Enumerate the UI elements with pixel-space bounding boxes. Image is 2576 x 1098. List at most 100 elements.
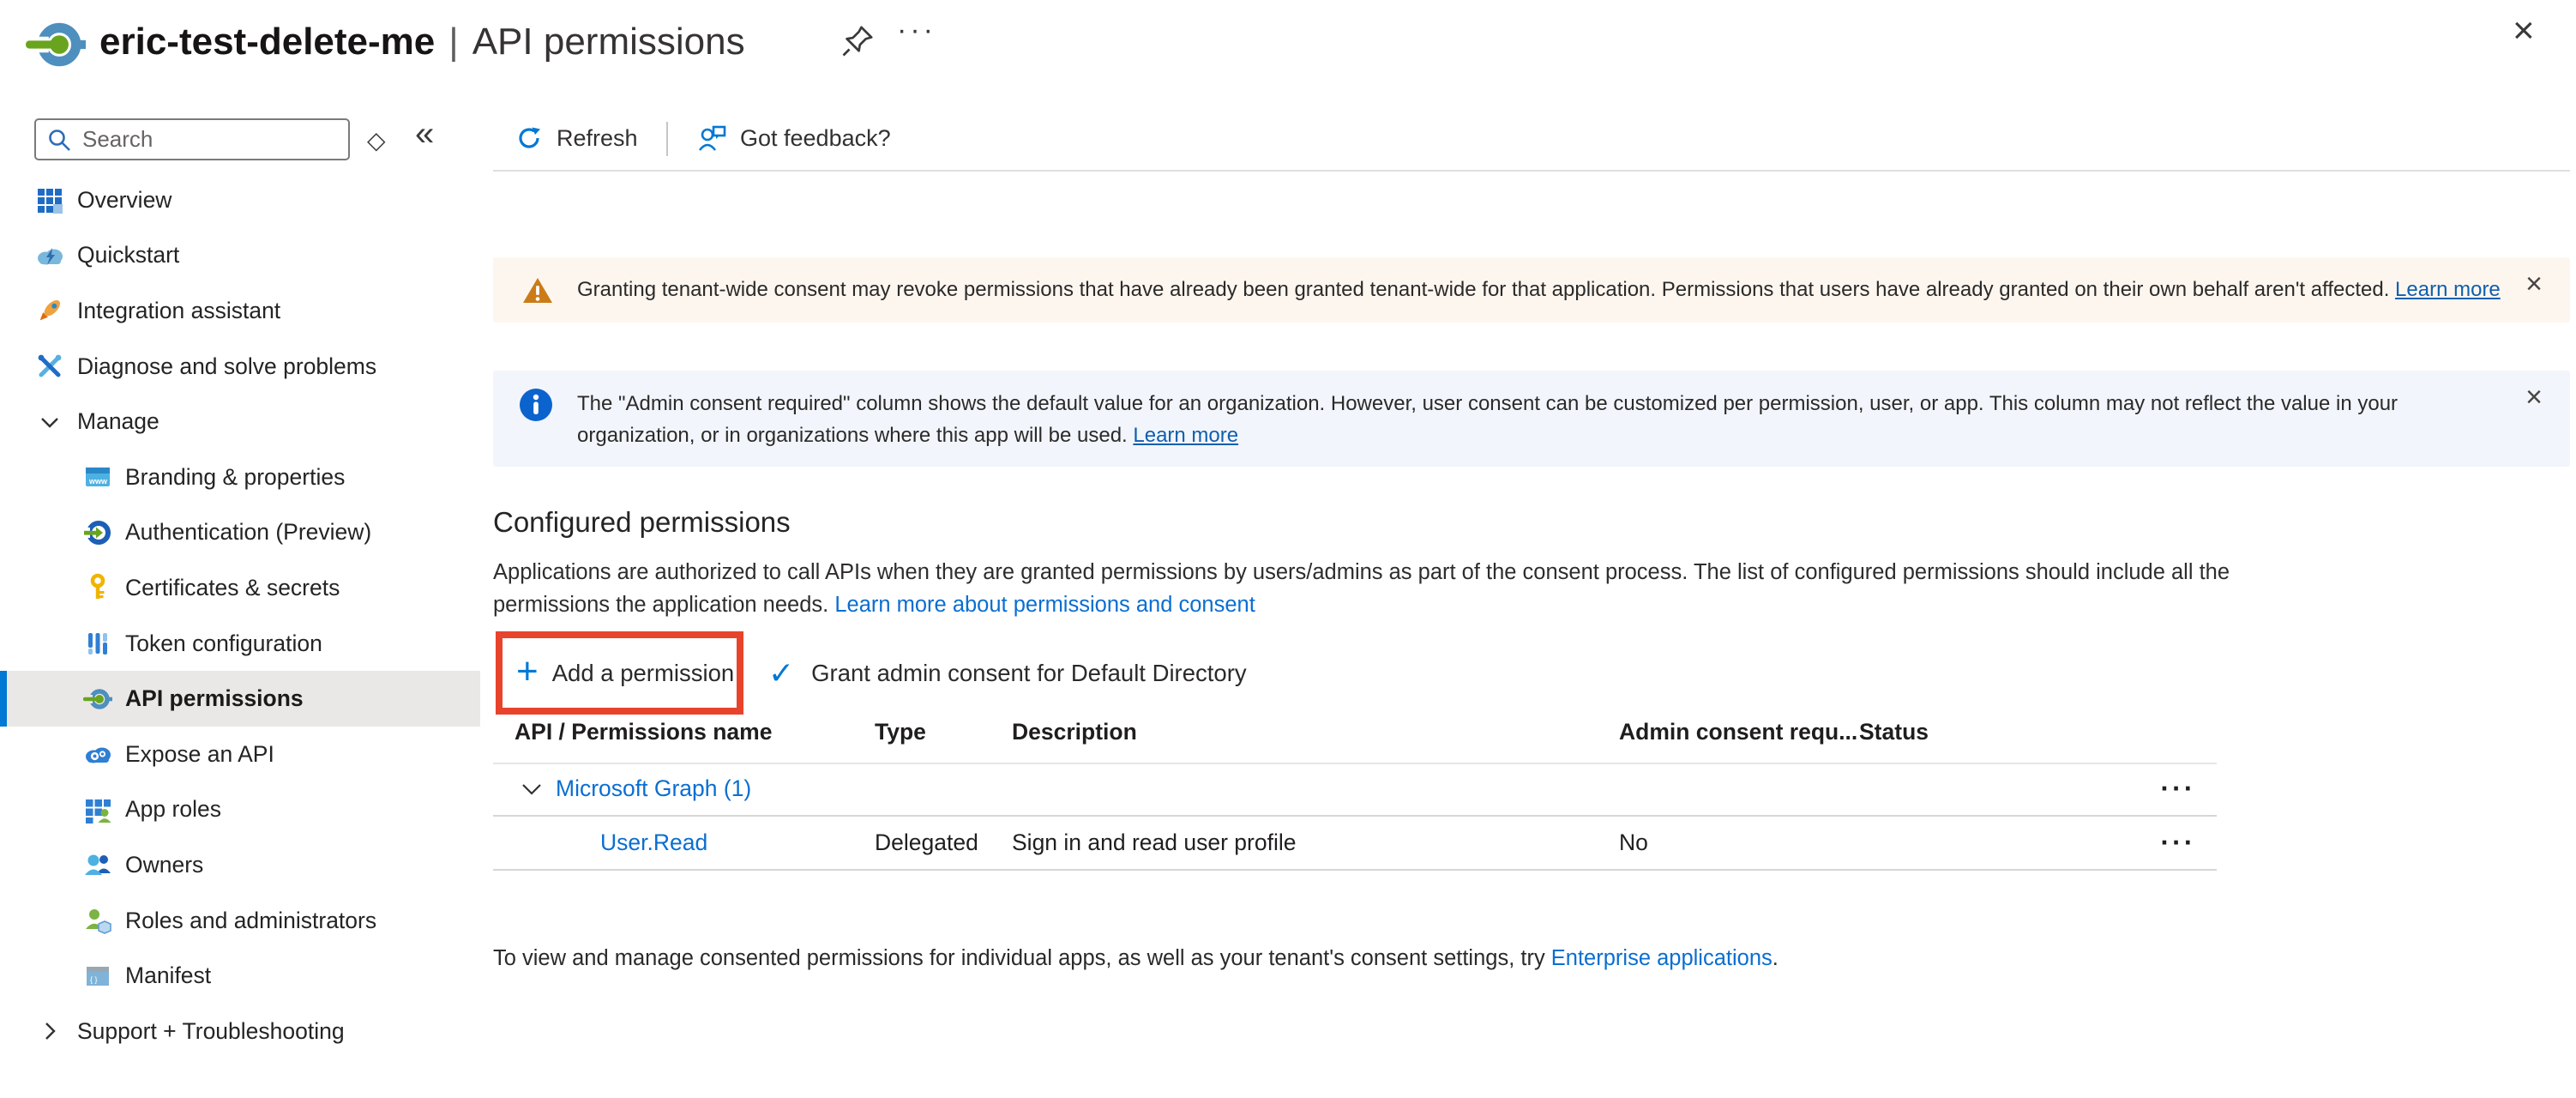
info-banner: The "Admin consent required" column show…: [493, 371, 2570, 467]
sidebar-group-manage[interactable]: Manage: [0, 394, 480, 449]
configured-permissions-heading: Configured permissions: [493, 506, 791, 539]
toolbar-divider: [493, 170, 2570, 172]
sidebar-item-label: Overview: [77, 187, 172, 214]
cloud-gear-icon: [82, 739, 113, 769]
close-icon[interactable]: ×: [2513, 12, 2535, 50]
authentication-icon: [82, 517, 113, 548]
permission-name-link[interactable]: User.Read: [600, 825, 707, 860]
expand-collapse-all-icon[interactable]: ◇: [367, 126, 386, 154]
grant-admin-consent-button[interactable]: ✓ Grant admin consent for Default Direct…: [768, 652, 1247, 695]
rocket-icon: [34, 295, 65, 326]
sidebar-item-label: Manifest: [125, 962, 211, 989]
column-header-type: Type: [875, 719, 926, 745]
table-header-divider: [493, 763, 2217, 764]
warning-banner: Granting tenant-wide consent may revoke …: [493, 257, 2570, 323]
tools-icon: [34, 351, 65, 382]
group-row-more-icon[interactable]: ···: [2148, 771, 2208, 805]
sidebar-item-manifest[interactable]: { } Manifest: [0, 948, 480, 1004]
collapse-sidebar-icon[interactable]: «: [415, 117, 434, 151]
info-close-icon[interactable]: ×: [2525, 383, 2543, 412]
refresh-label: Refresh: [557, 125, 638, 152]
key-icon: [82, 572, 113, 603]
column-header-api-permissions-name: API / Permissions name: [515, 719, 772, 745]
row-divider: [493, 869, 2217, 871]
sidebar-group-label: Manage: [77, 408, 159, 435]
column-header-admin-consent: Admin consent requ...: [1619, 719, 1857, 745]
sidebar-search[interactable]: [34, 118, 350, 160]
column-header-status: Status: [1859, 719, 1929, 745]
sidebar-item-expose-an-api[interactable]: Expose an API: [0, 727, 480, 782]
group-chevron-down-icon[interactable]: [520, 777, 544, 801]
sidebar-item-label: Roles and administrators: [125, 908, 376, 934]
sidebar-item-authentication[interactable]: Authentication (Preview): [0, 505, 480, 561]
row-divider: [493, 815, 2217, 817]
sidebar-item-label: Authentication (Preview): [125, 519, 371, 546]
warning-learn-more-link[interactable]: Learn more: [2395, 278, 2501, 301]
sidebar-item-label: Expose an API: [125, 741, 274, 768]
page-title: eric-test-delete-me | API permissions: [99, 21, 745, 63]
sidebar-item-overview[interactable]: Overview: [0, 172, 480, 228]
chevron-right-icon: [34, 1016, 65, 1047]
overview-icon: [34, 184, 65, 215]
chevron-down-icon: [34, 407, 65, 437]
sidebar-item-label: App roles: [125, 796, 221, 823]
footer-suffix: .: [1773, 946, 1779, 970]
info-text-body: The "Admin consent required" column show…: [577, 392, 2398, 447]
refresh-button[interactable]: Refresh: [515, 118, 638, 158]
feedback-button[interactable]: Got feedback?: [696, 118, 891, 158]
group-row-microsoft-graph-link[interactable]: Microsoft Graph (1): [556, 771, 751, 805]
pin-icon[interactable]: [840, 22, 876, 58]
warning-text: Granting tenant-wide consent may revoke …: [577, 278, 2501, 302]
permissions-consent-link[interactable]: Learn more about permissions and consent: [834, 593, 1255, 617]
footer-note: To view and manage consented permissions…: [493, 946, 1779, 971]
warning-close-icon[interactable]: ×: [2525, 269, 2543, 299]
column-header-description: Description: [1012, 719, 1137, 745]
search-input[interactable]: [81, 125, 371, 154]
sidebar-item-label: API permissions: [125, 685, 304, 712]
permission-type: Delegated: [875, 825, 978, 860]
sidebar-group-support[interactable]: Support + Troubleshooting: [0, 1004, 480, 1059]
sidebar-menu: Overview Quickstart Integration assistan…: [0, 172, 480, 1059]
check-icon: ✓: [768, 658, 794, 689]
permission-row-more-icon[interactable]: ···: [2148, 825, 2208, 860]
sidebar-item-branding[interactable]: www Branding & properties: [0, 449, 480, 505]
app-roles-icon: [82, 794, 113, 825]
sidebar-item-label: Owners: [125, 852, 203, 878]
people-icon: [82, 849, 113, 880]
sidebar-item-integration-assistant[interactable]: Integration assistant: [0, 283, 480, 339]
sidebar-item-owners[interactable]: Owners: [0, 837, 480, 893]
permission-description: Sign in and read user profile: [1012, 825, 1296, 860]
sidebar-item-app-roles[interactable]: App roles: [0, 782, 480, 838]
quickstart-icon: [34, 240, 65, 271]
sidebar-item-token-configuration[interactable]: Token configuration: [0, 616, 480, 672]
sidebar-item-roles-and-administrators[interactable]: Roles and administrators: [0, 893, 480, 949]
sidebar-item-quickstart[interactable]: Quickstart: [0, 228, 480, 284]
api-permissions-icon: [82, 684, 113, 715]
sidebar-item-api-permissions[interactable]: API permissions: [0, 671, 480, 727]
sidebar-item-certificates[interactable]: Certificates & secrets: [0, 560, 480, 616]
more-options-icon[interactable]: ···: [897, 14, 936, 47]
info-learn-more-link[interactable]: Learn more: [1133, 424, 1238, 447]
refresh-icon: [515, 124, 544, 153]
svg-text:www: www: [88, 477, 108, 486]
selected-indicator: [0, 671, 7, 727]
sidebar-item-label: Certificates & secrets: [125, 575, 340, 601]
warning-icon: [522, 276, 553, 305]
sliders-icon: [82, 628, 113, 659]
add-permission-button[interactable]: + Add a permission: [516, 656, 734, 691]
grant-admin-consent-label: Grant admin consent for Default Director…: [811, 660, 1246, 687]
add-permission-label: Add a permission: [552, 660, 734, 687]
sidebar-item-diagnose[interactable]: Diagnose and solve problems: [0, 339, 480, 395]
page-name: API permissions: [472, 21, 745, 63]
info-icon: [519, 388, 553, 451]
title-separator: |: [448, 21, 458, 63]
info-text: The "Admin consent required" column show…: [577, 388, 2467, 451]
annotation-highlight-box: + Add a permission: [496, 631, 743, 715]
svg-text:{ }: { }: [90, 975, 98, 984]
enterprise-applications-link[interactable]: Enterprise applications: [1551, 946, 1773, 970]
sidebar-group-label: Support + Troubleshooting: [77, 1018, 345, 1045]
api-permissions-app-icon: [24, 14, 86, 75]
footer-text: To view and manage consented permissions…: [493, 946, 1551, 970]
feedback-icon: [696, 123, 727, 154]
search-icon: [46, 127, 72, 153]
